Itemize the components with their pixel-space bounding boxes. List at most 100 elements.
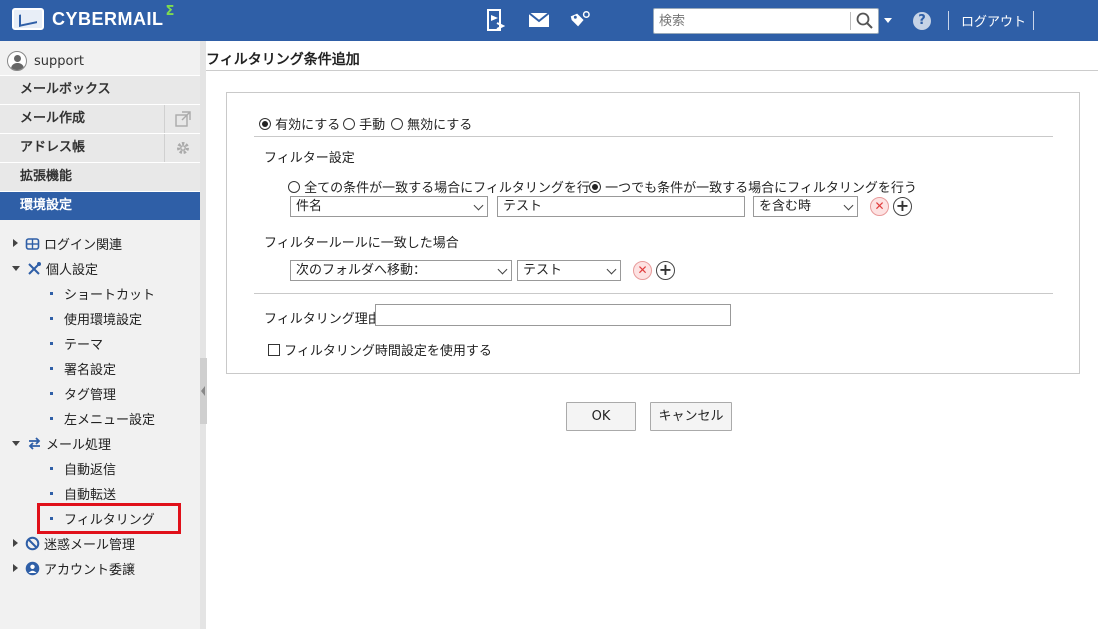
search-icon[interactable] <box>854 11 876 31</box>
sidebar-resize-bar[interactable] <box>200 41 206 629</box>
expand-arrow-icon[interactable] <box>13 539 18 547</box>
chevron-down-icon <box>497 264 508 275</box>
logout-link[interactable]: ログアウト <box>961 11 1026 30</box>
tools-icon <box>26 260 42 276</box>
status-disabled-radio[interactable] <box>391 118 403 130</box>
collapse-arrow-icon[interactable] <box>12 440 20 446</box>
condition-field-select[interactable]: 件名 <box>290 196 488 217</box>
highlight-box <box>37 503 181 534</box>
filter-settings-label: フィルター設定 <box>264 151 355 166</box>
expand-arrow-icon[interactable] <box>13 564 18 572</box>
nav-settings[interactable]: 環境設定 <box>0 191 200 220</box>
condition-operator-select[interactable]: を含む時 <box>753 196 858 217</box>
mail-process-icon <box>26 435 42 451</box>
add-condition-icon[interactable]: + <box>893 197 912 216</box>
sidebar-item-auto-reply[interactable]: 自動返信 <box>0 456 200 480</box>
tree-label: アカウント委譲 <box>44 562 136 578</box>
external-link-icon[interactable] <box>164 105 200 133</box>
nav-mailbox[interactable]: メールボックス <box>0 75 200 104</box>
nav-compose[interactable]: メール作成 <box>0 104 200 133</box>
match-all-option[interactable]: 全ての条件が一致する場合にフィルタリングを行う <box>288 177 603 196</box>
sidebar-item-left-menu[interactable]: 左メニュー設定 <box>0 406 200 430</box>
filter-reason-label: フィルタリング理由 <box>264 312 381 327</box>
tag-gear-icon[interactable] <box>568 9 590 31</box>
tree-label: ログイン関連 <box>44 237 123 253</box>
target-folder-value: テスト <box>523 263 563 278</box>
match-any-option[interactable]: 一つでも条件が一致する場合にフィルタリングを行う <box>589 177 917 196</box>
match-any-radio[interactable] <box>589 181 601 193</box>
bullet <box>50 316 53 320</box>
status-disabled-label: 無効にする <box>407 118 473 133</box>
sidebar-collapse-handle[interactable] <box>200 358 207 424</box>
sidebar-item-auto-forward[interactable]: 自動転送 <box>0 481 200 505</box>
nav-extensions[interactable]: 拡張機能 <box>0 162 200 191</box>
condition-value-input[interactable]: テスト <box>497 196 745 217</box>
status-manual-label: 手動 <box>359 118 386 133</box>
time-setting-checkbox[interactable] <box>268 344 280 356</box>
sidebar-item-shortcut[interactable]: ショートカット <box>0 281 200 305</box>
remove-condition-icon[interactable]: ✕ <box>870 197 889 216</box>
user-name: support <box>34 53 84 69</box>
tree-item-login[interactable]: ログイン関連 <box>0 231 200 255</box>
match-all-radio[interactable] <box>288 181 300 193</box>
tree-item-mail-processing[interactable]: メール処理 <box>0 431 200 455</box>
mail-icon[interactable] <box>528 9 550 31</box>
expand-arrow-icon[interactable] <box>13 239 18 247</box>
nav-label: メール作成 <box>20 111 86 126</box>
status-enabled-option[interactable]: 有効にする <box>259 114 340 133</box>
nav-label: メールボックス <box>20 82 111 97</box>
sub-label: ショートカット <box>64 287 156 303</box>
status-disabled-option[interactable]: 無効にする <box>391 114 472 133</box>
nav-address-book[interactable]: アドレス帳 <box>0 133 200 162</box>
match-all-label: 全ての条件が一致する場合にフィルタリングを行う <box>304 181 603 196</box>
title-divider <box>206 70 1098 71</box>
help-icon[interactable]: ? <box>913 12 931 30</box>
condition-field-value: 件名 <box>296 199 323 214</box>
action-type-value: 次のフォルダへ移動： <box>296 263 427 278</box>
tree-item-spam[interactable]: 迷惑メール管理 <box>0 531 200 555</box>
status-enabled-radio[interactable] <box>259 118 271 130</box>
match-any-label: 一つでも条件が一致する場合にフィルタリングを行う <box>605 181 917 196</box>
avatar-icon <box>7 51 27 71</box>
status-manual-option[interactable]: 手動 <box>343 114 385 133</box>
collapse-arrow-icon[interactable] <box>12 265 20 271</box>
filter-reason-input[interactable] <box>375 304 731 326</box>
bullet <box>50 366 53 370</box>
target-folder-select[interactable]: テスト <box>517 260 621 281</box>
search-input[interactable] <box>654 9 850 33</box>
action-type-select[interactable]: 次のフォルダへ移動： <box>290 260 512 281</box>
status-manual-radio[interactable] <box>343 118 355 130</box>
sub-label: 自動転送 <box>64 487 117 503</box>
search-options-dropdown-icon[interactable] <box>884 18 892 23</box>
chevron-down-icon <box>473 200 484 211</box>
tree-item-personal[interactable]: 個人設定 <box>0 256 200 280</box>
app-logo[interactable]: CYBERMAIL Σ <box>12 4 174 30</box>
send-receive-icon[interactable] <box>484 9 506 31</box>
ok-button[interactable]: OK <box>566 402 636 431</box>
top-bar: CYBERMAIL Σ ? ログアウト <box>0 0 1098 41</box>
bullet <box>50 491 53 495</box>
sub-label: 自動返信 <box>64 462 117 478</box>
search-separator <box>850 12 851 30</box>
time-setting-label: フィルタリング時間設定を使用する <box>284 344 492 359</box>
chevron-down-icon <box>843 200 854 211</box>
sidebar-item-environment[interactable]: 使用環境設定 <box>0 306 200 330</box>
cancel-button[interactable]: キャンセル <box>650 402 732 431</box>
sub-label: 使用環境設定 <box>64 312 143 328</box>
page-title: フィルタリング条件追加 <box>206 52 360 68</box>
gear-icon[interactable] <box>164 134 200 162</box>
sidebar-item-theme[interactable]: テーマ <box>0 331 200 355</box>
logo-sigma: Σ <box>165 3 175 19</box>
bullet <box>50 341 53 345</box>
user-info[interactable]: support <box>0 49 200 73</box>
sidebar-item-signature[interactable]: 署名設定 <box>0 356 200 380</box>
remove-action-icon[interactable]: ✕ <box>633 261 652 280</box>
top-divider <box>948 11 949 30</box>
tree-item-account-delegation[interactable]: アカウント委譲 <box>0 556 200 580</box>
time-setting-option[interactable]: フィルタリング時間設定を使用する <box>268 340 492 359</box>
block-icon <box>24 535 40 551</box>
bullet <box>50 416 53 420</box>
sidebar-item-tags[interactable]: タグ管理 <box>0 381 200 405</box>
status-enabled-label: 有効にする <box>275 118 341 133</box>
add-action-icon[interactable]: + <box>656 261 675 280</box>
